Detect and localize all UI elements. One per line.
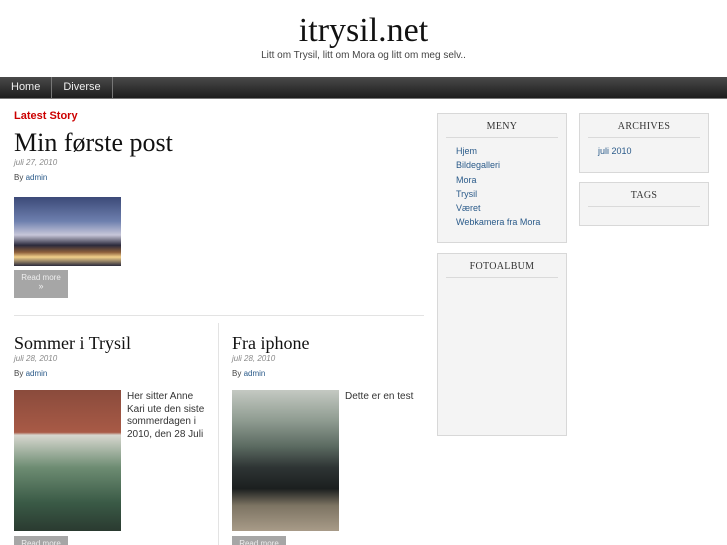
meny-widget: MENY Hjem Bildegalleri Mora Trysil Været…	[437, 113, 567, 243]
author-link[interactable]: admin	[26, 369, 48, 378]
read-more-label: Read more	[21, 539, 61, 545]
post-title-iphone[interactable]: Fra iphone	[232, 333, 309, 354]
byline-prefix: By	[232, 369, 242, 378]
archives-title: ARCHIVES	[588, 121, 700, 138]
read-more-button[interactable]: Read more »	[14, 270, 68, 298]
meny-item-hjem[interactable]: Hjem	[456, 146, 477, 156]
nav-diverse[interactable]: Diverse	[52, 77, 113, 98]
main-nav: Home Diverse	[0, 77, 727, 99]
featured-post-date: juli 27, 2010	[14, 158, 58, 167]
archive-item-juli-2010[interactable]: juli 2010	[598, 146, 632, 156]
site-description: Litt om Trysil, litt om Mora og litt om …	[261, 50, 466, 61]
featured-post-image[interactable]	[14, 197, 121, 266]
meny-item-vaeret[interactable]: Været	[456, 203, 481, 213]
column-divider	[218, 323, 219, 545]
latest-story-label: Latest Story	[14, 110, 78, 122]
author-link[interactable]: admin	[26, 173, 48, 182]
post-excerpt: Her sitter Anne Kari ute den siste somme…	[127, 391, 205, 440]
byline-prefix: By	[14, 369, 24, 378]
fotoalbum-title: FOTOALBUM	[446, 261, 558, 278]
post-date: juli 28, 2010	[14, 354, 58, 363]
archives-list: juli 2010	[598, 144, 708, 158]
post-excerpt: Dette er en test	[345, 391, 414, 402]
post-byline: By admin	[14, 369, 47, 378]
meny-item-bildegalleri[interactable]: Bildegalleri	[456, 160, 500, 170]
post-date: juli 28, 2010	[232, 354, 276, 363]
post-image-iphone[interactable]	[232, 390, 339, 531]
featured-post-byline: By admin	[14, 173, 47, 182]
read-more-button[interactable]: Read more	[14, 536, 68, 545]
meny-item-mora[interactable]: Mora	[456, 175, 477, 185]
fotoalbum-widget: FOTOALBUM	[437, 253, 567, 436]
read-more-button[interactable]: Read more	[232, 536, 286, 545]
read-more-label: Read more	[239, 539, 279, 545]
post-byline: By admin	[232, 369, 265, 378]
meny-item-trysil[interactable]: Trysil	[456, 189, 477, 199]
post-image-sommer[interactable]	[14, 390, 121, 531]
post-title-sommer[interactable]: Sommer i Trysil	[14, 333, 131, 354]
author-link[interactable]: admin	[244, 369, 266, 378]
byline-prefix: By	[14, 173, 24, 182]
read-more-mark: »	[38, 281, 44, 291]
meny-title: MENY	[446, 121, 558, 138]
featured-post-title[interactable]: Min første post	[14, 128, 173, 158]
archives-widget: ARCHIVES juli 2010	[579, 113, 709, 173]
meny-list: Hjem Bildegalleri Mora Trysil Været Webk…	[456, 144, 566, 230]
meny-item-webkamera[interactable]: Webkamera fra Mora	[456, 217, 540, 227]
site-title[interactable]: itrysil.net	[0, 12, 727, 50]
tags-title: TAGS	[588, 190, 700, 207]
tags-widget: TAGS	[579, 182, 709, 226]
post-divider	[14, 315, 424, 316]
nav-home[interactable]: Home	[0, 77, 53, 98]
